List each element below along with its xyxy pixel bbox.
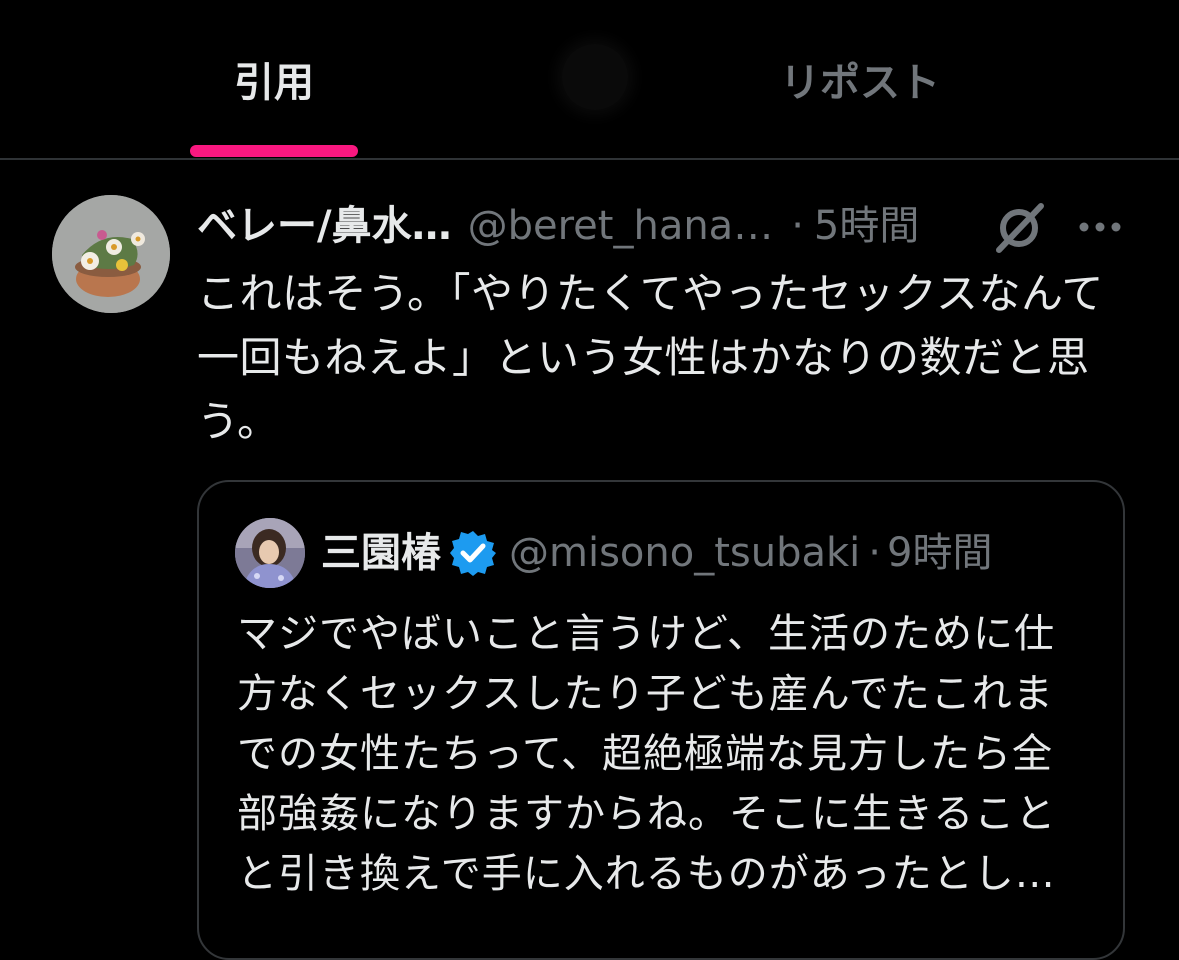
avatar-image <box>52 195 170 313</box>
quoted-author-handle[interactable]: @misono_tsubaki <box>509 524 860 582</box>
post-text-line: 一回もねえよ」という女性はかなりの数だと思 <box>197 333 1090 382</box>
quoted-avatar[interactable] <box>235 518 305 588</box>
quoted-author-name[interactable]: 三園椿 <box>321 524 441 582</box>
quoted-post[interactable]: 三園椿 @misono_tsubaki · 9時間 マジでやばいこと言うけど、生活の… <box>197 480 1125 960</box>
quoted-text-line: 方なくセックスしたり子ども産んでたこれま <box>237 671 1054 717</box>
quoted-post-text: マジでやばいこと言うけど、生活のために仕 方なくセックスしたり子ども産んでたこれ… <box>237 604 1097 904</box>
post-time[interactable]: 5時間 <box>814 198 919 254</box>
active-tab-indicator <box>190 145 358 157</box>
quoted-avatar-image <box>235 518 305 588</box>
quoted-header: 三園椿 @misono_tsubaki · 9時間 <box>321 524 1111 582</box>
grok-icon[interactable] <box>993 200 1047 254</box>
header-separator: · <box>791 203 804 249</box>
tab-reposts[interactable]: リポスト <box>760 0 960 158</box>
post-text-line: これはそう。「やりたくてやったセックスなんて <box>197 269 1104 318</box>
quoted-post-time[interactable]: 9時間 <box>887 524 992 582</box>
quoted-text-line: マジでやばいこと言うけど、生活のために仕 <box>237 611 1055 657</box>
tab-reposts-label: リポスト <box>780 60 940 106</box>
post-text-line: う。 <box>197 397 280 446</box>
quoted-text-line: と引き換えで手に入れるものがあったとし… <box>237 851 1056 897</box>
tab-bar: 引用 リポスト <box>0 0 1179 160</box>
verified-badge-icon[interactable] <box>449 529 497 577</box>
tab-quotes-label: 引用 <box>234 60 314 106</box>
tab-quotes[interactable]: 引用 <box>190 0 358 158</box>
post-text: これはそう。「やりたくてやったセックスなんて 一回もねえよ」という女性はかなりの… <box>197 262 1137 454</box>
quoted-header-separator: · <box>868 530 881 576</box>
more-icon[interactable] <box>1077 210 1123 244</box>
avatar[interactable] <box>52 195 170 313</box>
overlay-shadow <box>562 44 628 110</box>
author-handle[interactable]: @beret_hana… <box>468 198 774 254</box>
author-name[interactable]: ベレー/鼻水… <box>197 198 452 254</box>
quoted-text-line: での女性たちって、超絶極端な見方したら全 <box>237 731 1053 777</box>
quoted-text-line: 部強姦になりますからね。そこに生きること <box>237 791 1057 837</box>
